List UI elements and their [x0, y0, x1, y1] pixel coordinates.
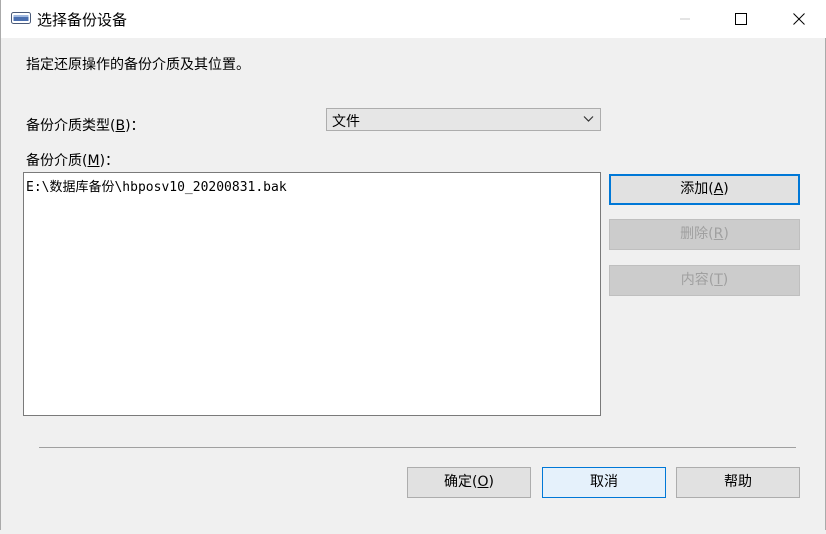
- cancel-button[interactable]: 取消: [542, 467, 666, 498]
- device-window-icon: [11, 12, 31, 24]
- divider: [39, 447, 796, 448]
- media-listbox[interactable]: E:\数据库备份\hbposv10_20200831.bak: [23, 172, 601, 416]
- add-button[interactable]: 添加(A): [609, 174, 800, 205]
- media-type-label: 备份介质类型(B)：: [26, 118, 145, 134]
- media-type-dropdown[interactable]: 文件: [326, 108, 601, 131]
- close-icon: [793, 13, 805, 25]
- title-bar[interactable]: 选择备份设备: [1, 0, 826, 38]
- minimize-icon: [680, 18, 690, 20]
- instruction-text: 指定还原操作的备份介质及其位置。: [26, 57, 250, 73]
- maximize-icon: [735, 13, 747, 25]
- media-list-label: 备份介质(M)：: [26, 153, 120, 169]
- chevron-down-icon: [583, 116, 594, 122]
- ok-button[interactable]: 确定(O): [407, 467, 531, 498]
- minimize-button[interactable]: [657, 0, 713, 38]
- maximize-button[interactable]: [713, 0, 769, 38]
- help-button[interactable]: 帮助: [676, 467, 800, 498]
- window-title: 选择备份设备: [37, 11, 128, 29]
- remove-button[interactable]: 删除(R): [609, 219, 800, 250]
- media-type-selected: 文件: [332, 114, 360, 130]
- select-backup-device-dialog: 选择备份设备 指定还原操作的备份介质及其位置。 备份介质类型(B)： 文件 备份…: [0, 0, 826, 530]
- close-button[interactable]: [771, 0, 826, 38]
- contents-button[interactable]: 内容(T): [609, 265, 800, 296]
- list-item[interactable]: E:\数据库备份\hbposv10_20200831.bak: [26, 176, 287, 195]
